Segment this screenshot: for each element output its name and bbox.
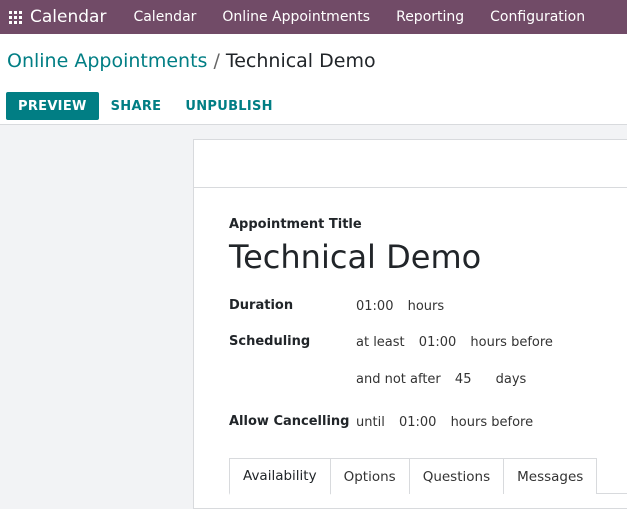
preview-button[interactable]: PREVIEW: [6, 92, 99, 120]
form-sheet: Appointment Title Technical Demo Duratio…: [193, 139, 627, 509]
tab-messages[interactable]: Messages: [503, 458, 598, 494]
action-buttons: PREVIEW SHARE UNPUBLISH: [6, 92, 285, 120]
tab-options[interactable]: Options: [329, 458, 410, 494]
menu-online-appointments[interactable]: Online Appointments: [209, 9, 383, 25]
scheduling-unit: hours before: [470, 335, 553, 350]
apps-menu-icon[interactable]: [0, 0, 30, 34]
duration-row: 01:00 hours: [356, 299, 454, 314]
menu-reporting[interactable]: Reporting: [383, 9, 477, 25]
breadcrumb-separator: /: [213, 50, 220, 72]
max-schedule-unit: days: [495, 372, 527, 387]
form-tabs: Availability Options Questions Messages: [229, 458, 627, 495]
max-schedule-field[interactable]: 45: [455, 372, 472, 387]
cancelling-row: until 01:00 hours before: [356, 415, 543, 430]
app-brand[interactable]: Calendar: [30, 7, 120, 27]
duration-field[interactable]: 01:00: [356, 299, 393, 314]
cancelling-label: Allow Cancelling: [229, 414, 350, 429]
top-navbar: Calendar Calendar Online Appointments Re…: [0, 0, 627, 34]
cancelling-prefix: until: [356, 415, 385, 430]
breadcrumb-parent-link[interactable]: Online Appointments: [7, 50, 207, 72]
control-panel: Online Appointments / Technical Demo PREVI…: [0, 34, 627, 125]
max-schedule-prefix: and not after: [356, 372, 441, 387]
unpublish-button[interactable]: UNPUBLISH: [173, 92, 285, 120]
duration-label: Duration: [229, 298, 294, 313]
title-field[interactable]: Technical Demo: [229, 238, 481, 276]
menu-configuration[interactable]: Configuration: [477, 9, 598, 25]
share-button[interactable]: SHARE: [99, 92, 174, 120]
scheduling-row: at least 01:00 hours before: [356, 335, 563, 350]
scheduling-label: Scheduling: [229, 334, 311, 349]
title-label: Appointment Title: [229, 217, 362, 232]
tab-availability[interactable]: Availability: [229, 458, 331, 495]
menu-calendar[interactable]: Calendar: [120, 9, 209, 25]
max-schedule-row: and not after 45 days: [356, 372, 536, 387]
min-schedule-field[interactable]: 01:00: [419, 335, 456, 350]
tab-questions[interactable]: Questions: [408, 458, 505, 494]
breadcrumb-current: Technical Demo: [225, 50, 376, 72]
scheduling-prefix: at least: [356, 335, 405, 350]
sheet-header: [194, 140, 627, 188]
cancelling-unit: hours before: [450, 415, 534, 430]
breadcrumb: Online Appointments / Technical Demo: [7, 50, 376, 72]
cancelling-field[interactable]: 01:00: [399, 415, 436, 430]
duration-unit: hours: [407, 299, 445, 314]
